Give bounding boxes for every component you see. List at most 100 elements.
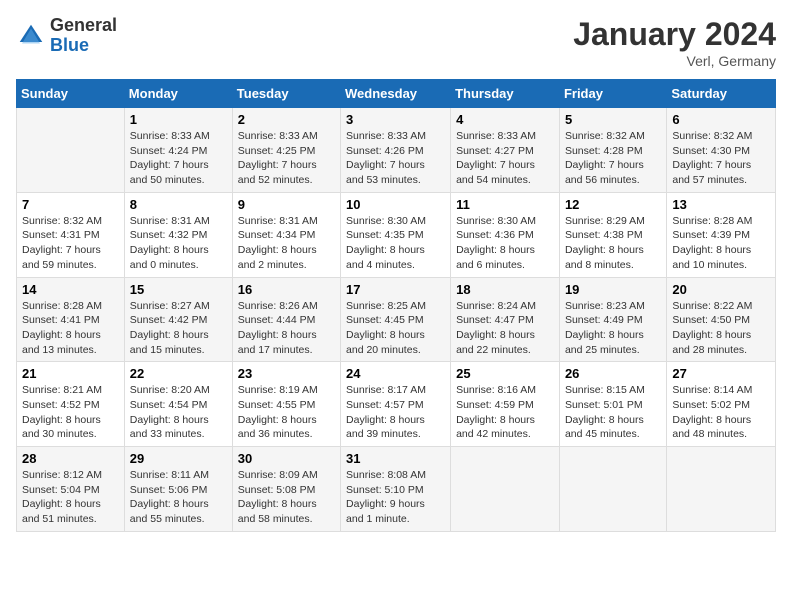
day-number: 10 <box>346 197 445 212</box>
day-info: Sunrise: 8:24 AMSunset: 4:47 PMDaylight:… <box>456 299 554 358</box>
day-number: 26 <box>565 366 661 381</box>
day-info: Sunrise: 8:15 AMSunset: 5:01 PMDaylight:… <box>565 383 661 442</box>
day-info: Sunrise: 8:20 AMSunset: 4:54 PMDaylight:… <box>130 383 227 442</box>
day-info: Sunrise: 8:33 AMSunset: 4:27 PMDaylight:… <box>456 129 554 188</box>
day-info: Sunrise: 8:27 AMSunset: 4:42 PMDaylight:… <box>130 299 227 358</box>
calendar-table: SundayMondayTuesdayWednesdayThursdayFrid… <box>16 79 776 532</box>
calendar-cell: 1 Sunrise: 8:33 AMSunset: 4:24 PMDaylight… <box>124 108 232 193</box>
day-info: Sunrise: 8:32 AMSunset: 4:31 PMDaylight:… <box>22 214 119 273</box>
day-info: Sunrise: 8:16 AMSunset: 4:59 PMDaylight:… <box>456 383 554 442</box>
calendar-cell: 30 Sunrise: 8:09 AMSunset: 5:08 PMDayligh… <box>232 447 340 532</box>
calendar-cell: 17 Sunrise: 8:25 AMSunset: 4:45 PMDayligh… <box>341 277 451 362</box>
day-info: Sunrise: 8:33 AMSunset: 4:26 PMDaylight:… <box>346 129 445 188</box>
day-header-friday: Friday <box>559 80 666 108</box>
day-info: Sunrise: 8:25 AMSunset: 4:45 PMDaylight:… <box>346 299 445 358</box>
calendar-cell: 9 Sunrise: 8:31 AMSunset: 4:34 PMDaylight… <box>232 192 340 277</box>
calendar-cell <box>451 447 560 532</box>
day-number: 2 <box>238 112 335 127</box>
calendar-week-row: 28 Sunrise: 8:12 AMSunset: 5:04 PMDayligh… <box>17 447 776 532</box>
calendar-cell: 14 Sunrise: 8:28 AMSunset: 4:41 PMDayligh… <box>17 277 125 362</box>
calendar-cell <box>17 108 125 193</box>
day-number: 17 <box>346 282 445 297</box>
day-header-saturday: Saturday <box>667 80 776 108</box>
day-number: 3 <box>346 112 445 127</box>
calendar-cell: 3 Sunrise: 8:33 AMSunset: 4:26 PMDaylight… <box>341 108 451 193</box>
calendar-week-row: 21 Sunrise: 8:21 AMSunset: 4:52 PMDayligh… <box>17 362 776 447</box>
day-info: Sunrise: 8:32 AMSunset: 4:30 PMDaylight:… <box>672 129 770 188</box>
day-number: 13 <box>672 197 770 212</box>
day-info: Sunrise: 8:21 AMSunset: 4:52 PMDaylight:… <box>22 383 119 442</box>
calendar-cell: 28 Sunrise: 8:12 AMSunset: 5:04 PMDayligh… <box>17 447 125 532</box>
day-number: 28 <box>22 451 119 466</box>
day-number: 15 <box>130 282 227 297</box>
calendar-cell: 4 Sunrise: 8:33 AMSunset: 4:27 PMDaylight… <box>451 108 560 193</box>
day-info: Sunrise: 8:31 AMSunset: 4:32 PMDaylight:… <box>130 214 227 273</box>
day-number: 11 <box>456 197 554 212</box>
calendar-cell: 23 Sunrise: 8:19 AMSunset: 4:55 PMDayligh… <box>232 362 340 447</box>
day-info: Sunrise: 8:28 AMSunset: 4:39 PMDaylight:… <box>672 214 770 273</box>
day-info: Sunrise: 8:31 AMSunset: 4:34 PMDaylight:… <box>238 214 335 273</box>
day-info: Sunrise: 8:09 AMSunset: 5:08 PMDaylight:… <box>238 468 335 527</box>
calendar-cell: 26 Sunrise: 8:15 AMSunset: 5:01 PMDayligh… <box>559 362 666 447</box>
calendar-cell: 12 Sunrise: 8:29 AMSunset: 4:38 PMDayligh… <box>559 192 666 277</box>
day-number: 30 <box>238 451 335 466</box>
day-number: 19 <box>565 282 661 297</box>
day-number: 29 <box>130 451 227 466</box>
calendar-cell: 13 Sunrise: 8:28 AMSunset: 4:39 PMDayligh… <box>667 192 776 277</box>
day-header-sunday: Sunday <box>17 80 125 108</box>
calendar-cell: 11 Sunrise: 8:30 AMSunset: 4:36 PMDayligh… <box>451 192 560 277</box>
calendar-cell: 22Sunrise: 8:20 AMSunset: 4:54 PMDayligh… <box>124 362 232 447</box>
calendar-week-row: 7 Sunrise: 8:32 AMSunset: 4:31 PMDaylight… <box>17 192 776 277</box>
day-info: Sunrise: 8:32 AMSunset: 4:28 PMDaylight:… <box>565 129 661 188</box>
day-header-monday: Monday <box>124 80 232 108</box>
day-number: 20 <box>672 282 770 297</box>
day-info: Sunrise: 8:22 AMSunset: 4:50 PMDaylight:… <box>672 299 770 358</box>
calendar-cell: 31 Sunrise: 8:08 AMSunset: 5:10 PMDayligh… <box>341 447 451 532</box>
calendar-cell: 16Sunrise: 8:26 AMSunset: 4:44 PMDayligh… <box>232 277 340 362</box>
logo-icon <box>16 21 46 51</box>
calendar-cell: 27Sunrise: 8:14 AMSunset: 5:02 PMDayligh… <box>667 362 776 447</box>
calendar-cell: 21 Sunrise: 8:21 AMSunset: 4:52 PMDayligh… <box>17 362 125 447</box>
calendar-cell: 8Sunrise: 8:31 AMSunset: 4:32 PMDaylight… <box>124 192 232 277</box>
day-header-thursday: Thursday <box>451 80 560 108</box>
day-info: Sunrise: 8:29 AMSunset: 4:38 PMDaylight:… <box>565 214 661 273</box>
day-number: 6 <box>672 112 770 127</box>
calendar-cell: 6 Sunrise: 8:32 AMSunset: 4:30 PMDaylight… <box>667 108 776 193</box>
day-number: 24 <box>346 366 445 381</box>
day-info: Sunrise: 8:11 AMSunset: 5:06 PMDaylight:… <box>130 468 227 527</box>
calendar-cell: 15 Sunrise: 8:27 AMSunset: 4:42 PMDayligh… <box>124 277 232 362</box>
day-number: 12 <box>565 197 661 212</box>
calendar-cell: 29 Sunrise: 8:11 AMSunset: 5:06 PMDayligh… <box>124 447 232 532</box>
day-number: 18 <box>456 282 554 297</box>
calendar-week-row: 1 Sunrise: 8:33 AMSunset: 4:24 PMDaylight… <box>17 108 776 193</box>
day-info: Sunrise: 8:28 AMSunset: 4:41 PMDaylight:… <box>22 299 119 358</box>
calendar-cell: 25 Sunrise: 8:16 AMSunset: 4:59 PMDayligh… <box>451 362 560 447</box>
day-info: Sunrise: 8:12 AMSunset: 5:04 PMDaylight:… <box>22 468 119 527</box>
day-number: 1 <box>130 112 227 127</box>
day-number: 5 <box>565 112 661 127</box>
day-info: Sunrise: 8:19 AMSunset: 4:55 PMDaylight:… <box>238 383 335 442</box>
title-area: January 2024 Verl, Germany <box>573 16 776 69</box>
day-header-wednesday: Wednesday <box>341 80 451 108</box>
calendar-cell: 18 Sunrise: 8:24 AMSunset: 4:47 PMDayligh… <box>451 277 560 362</box>
day-number: 4 <box>456 112 554 127</box>
day-header-tuesday: Tuesday <box>232 80 340 108</box>
day-number: 31 <box>346 451 445 466</box>
day-number: 23 <box>238 366 335 381</box>
day-info: Sunrise: 8:33 AMSunset: 4:24 PMDaylight:… <box>130 129 227 188</box>
calendar-cell: 5 Sunrise: 8:32 AMSunset: 4:28 PMDaylight… <box>559 108 666 193</box>
location: Verl, Germany <box>573 53 776 69</box>
page-header: General Blue January 2024 Verl, Germany <box>16 16 776 69</box>
calendar-cell: 7 Sunrise: 8:32 AMSunset: 4:31 PMDaylight… <box>17 192 125 277</box>
calendar-cell: 20 Sunrise: 8:22 AMSunset: 4:50 PMDayligh… <box>667 277 776 362</box>
day-number: 16 <box>238 282 335 297</box>
calendar-cell <box>559 447 666 532</box>
day-number: 14 <box>22 282 119 297</box>
day-info: Sunrise: 8:08 AMSunset: 5:10 PMDaylight:… <box>346 468 445 527</box>
day-number: 25 <box>456 366 554 381</box>
day-number: 21 <box>22 366 119 381</box>
day-number: 7 <box>22 197 119 212</box>
day-number: 9 <box>238 197 335 212</box>
calendar-week-row: 14 Sunrise: 8:28 AMSunset: 4:41 PMDayligh… <box>17 277 776 362</box>
day-info: Sunrise: 8:30 AMSunset: 4:36 PMDaylight:… <box>456 214 554 273</box>
